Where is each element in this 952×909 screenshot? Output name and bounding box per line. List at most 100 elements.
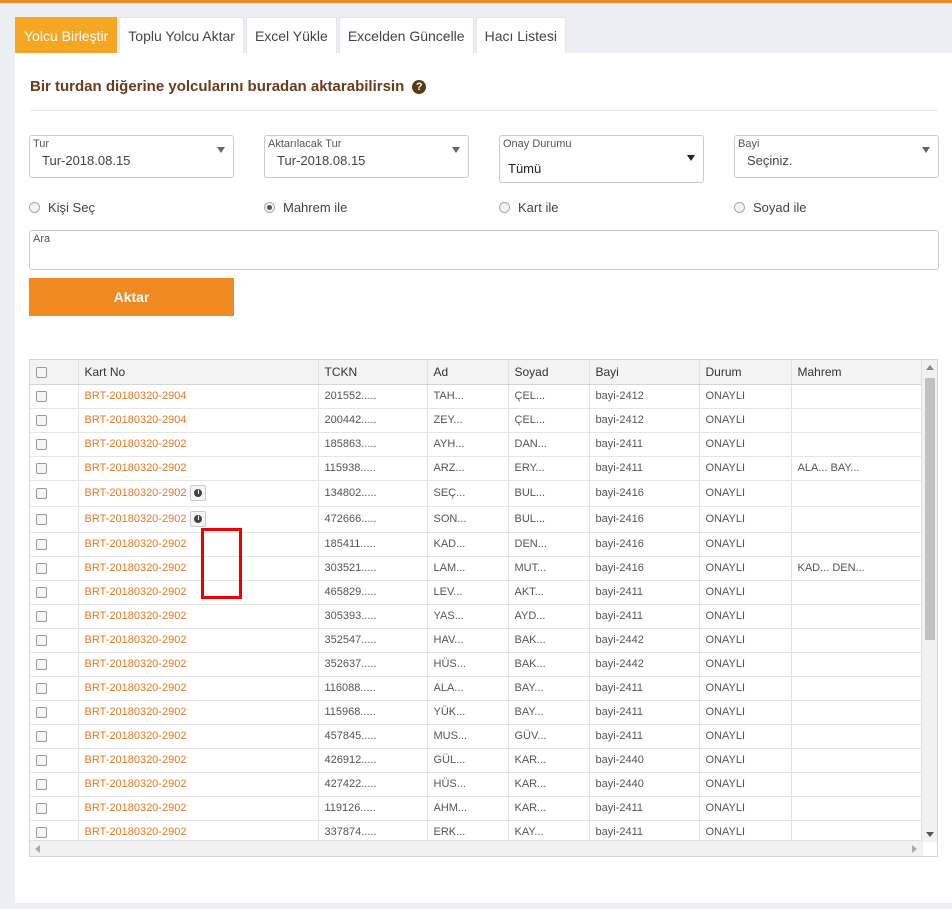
row-checkbox[interactable] — [36, 778, 47, 790]
table-row[interactable]: BRT-20180320-2902 305393..... YAS... AYD...… — [30, 604, 923, 629]
tab-yolcu-birlestir[interactable]: Yolcu Birleştir — [15, 17, 118, 54]
scroll-down-icon[interactable] — [926, 832, 934, 837]
radio-button-selected[interactable] — [264, 202, 275, 213]
kart-no-text[interactable]: BRT-20180320-2902 — [85, 730, 187, 742]
row-checkbox[interactable] — [36, 610, 47, 622]
kart-no-cell[interactable]: BRT-20180320-2902 — [78, 676, 319, 701]
table-row[interactable]: BRT-20180320-2902 465829..... LEV... AKT...… — [30, 580, 923, 605]
info-icon[interactable]: i — [190, 511, 207, 527]
table-row[interactable]: BRT-20180320-2902 352547..... HAV... BAK...… — [30, 628, 923, 653]
column-header-kart-no[interactable]: Kart No — [78, 360, 319, 385]
kart-no-cell[interactable]: BRT-20180320-2902 — [78, 772, 319, 797]
row-checkbox[interactable] — [36, 826, 47, 838]
radio-kart-ile[interactable]: Kart ile — [499, 200, 558, 215]
kart-no-cell[interactable]: BRT-20180320-2904 — [78, 384, 319, 409]
row-checkbox[interactable] — [36, 658, 47, 670]
scrollbar-thumb[interactable] — [925, 378, 935, 640]
kart-no-text[interactable]: BRT-20180320-2902 — [85, 826, 187, 838]
kart-no-text[interactable]: BRT-20180320-2902 — [85, 754, 187, 766]
column-header-tckn[interactable]: TCKN — [318, 360, 428, 385]
row-checkbox[interactable] — [36, 513, 47, 525]
kart-no-text[interactable]: BRT-20180320-2902 — [85, 634, 187, 646]
kart-no-cell[interactable]: BRT-20180320-2902 — [78, 456, 319, 481]
aktarilacak-tur-select[interactable]: Aktarılacak Tur Tur-2018.08.15 — [264, 135, 469, 178]
kart-no-text[interactable]: BRT-20180320-2902 — [85, 610, 187, 622]
scroll-up-icon[interactable] — [926, 365, 934, 370]
kart-no-text[interactable]: BRT-20180320-2902 — [85, 706, 187, 718]
row-checkbox[interactable] — [36, 414, 47, 426]
tur-select[interactable]: Tur Tur-2018.08.15 — [29, 135, 234, 178]
search-input[interactable]: Ara — [29, 230, 939, 270]
row-checkbox[interactable] — [36, 462, 47, 474]
select-all-checkbox[interactable] — [36, 367, 47, 379]
kart-no-cell[interactable]: BRT-20180320-2902 — [78, 748, 319, 773]
row-checkbox[interactable] — [36, 802, 47, 814]
table-row[interactable]: BRT-20180320-2902 i 472666..... SON... BUL..… — [30, 506, 923, 533]
tab-excelden-guncelle[interactable]: Excelden Güncelle — [338, 17, 474, 54]
question-circle-icon[interactable]: ? — [412, 79, 427, 94]
table-row[interactable]: BRT-20180320-2902 i 134802..... SEÇ... BUL..… — [30, 480, 923, 507]
table-row[interactable]: BRT-20180320-2904 201552..... TAH... ÇEL...… — [30, 384, 923, 409]
kart-no-cell[interactable]: BRT-20180320-2902 — [78, 796, 319, 821]
kart-no-cell[interactable]: BRT-20180320-2902 — [78, 604, 319, 629]
kart-no-cell[interactable]: BRT-20180320-2902 i — [78, 506, 319, 533]
radio-button[interactable] — [29, 202, 40, 213]
table-row[interactable]: BRT-20180320-2902 115968..... YÜK... BAY...… — [30, 700, 923, 725]
kart-no-cell[interactable]: BRT-20180320-2902 — [78, 700, 319, 725]
tab-haci-listesi[interactable]: Hacı Listesi — [475, 17, 566, 54]
column-header-ad[interactable]: Ad — [427, 360, 509, 385]
kart-no-cell[interactable]: BRT-20180320-2902 — [78, 532, 319, 557]
radio-mahrem-ile[interactable]: Mahrem ile — [264, 200, 347, 215]
scroll-right-icon[interactable] — [912, 845, 917, 853]
kart-no-cell[interactable]: BRT-20180320-2904 — [78, 408, 319, 433]
row-checkbox[interactable] — [36, 634, 47, 646]
kart-no-text[interactable]: BRT-20180320-2904 — [85, 414, 187, 426]
tab-toplu-yolcu-aktar[interactable]: Toplu Yolcu Aktar — [119, 17, 244, 54]
row-checkbox[interactable] — [36, 538, 47, 550]
radio-button[interactable] — [499, 202, 510, 213]
kart-no-cell[interactable]: BRT-20180320-2902 — [78, 652, 319, 677]
table-row[interactable]: BRT-20180320-2902 427422..... HÜS... KAR...… — [30, 772, 923, 797]
table-row[interactable]: BRT-20180320-2902 119126..... AHM... KAR...… — [30, 796, 923, 821]
row-checkbox[interactable] — [36, 682, 47, 694]
table-row[interactable]: BRT-20180320-2902 457845..... MUS... GÜV...… — [30, 724, 923, 749]
radio-kisi-sec[interactable]: Kişi Seç — [29, 200, 95, 215]
row-checkbox[interactable] — [36, 390, 47, 402]
bayi-select[interactable]: Bayi Seçiniz. — [734, 135, 939, 178]
kart-no-cell[interactable]: BRT-20180320-2902 — [78, 628, 319, 653]
kart-no-text[interactable]: BRT-20180320-2902 — [85, 682, 187, 694]
column-header-durum[interactable]: Durum — [699, 360, 792, 385]
info-icon[interactable]: i — [190, 485, 207, 501]
radio-button[interactable] — [734, 202, 745, 213]
table-row[interactable]: BRT-20180320-2902 303521..... LAM... MUT...… — [30, 556, 923, 581]
kart-no-text[interactable]: BRT-20180320-2902 — [85, 802, 187, 814]
row-checkbox[interactable] — [36, 438, 47, 450]
column-header-mahrem[interactable]: Mahrem — [791, 360, 923, 385]
horizontal-scrollbar[interactable] — [30, 840, 923, 856]
row-checkbox[interactable] — [36, 586, 47, 598]
row-checkbox[interactable] — [36, 562, 47, 574]
onay-durumu-select[interactable]: Onay Durumu Tümü — [499, 135, 704, 183]
kart-no-cell[interactable]: BRT-20180320-2902 — [78, 724, 319, 749]
kart-no-text[interactable]: BRT-20180320-2902 — [85, 487, 187, 499]
kart-no-cell[interactable]: BRT-20180320-2902 — [78, 580, 319, 605]
kart-no-text[interactable]: BRT-20180320-2902 — [85, 462, 187, 474]
table-row[interactable]: BRT-20180320-2904 200442..... ZEY... ÇEL...… — [30, 408, 923, 433]
table-row[interactable]: BRT-20180320-2902 185411..... KAD... DEN...… — [30, 532, 923, 557]
radio-soyad-ile[interactable]: Soyad ile — [734, 200, 806, 215]
table-row[interactable]: BRT-20180320-2902 352637..... HÜS... BAK...… — [30, 652, 923, 677]
scroll-left-icon[interactable] — [35, 845, 40, 853]
tab-excel-yukle[interactable]: Excel Yükle — [245, 17, 337, 54]
column-header-soyad[interactable]: Soyad — [508, 360, 590, 385]
column-header-bayi[interactable]: Bayi — [589, 360, 700, 385]
kart-no-text[interactable]: BRT-20180320-2902 — [85, 586, 187, 598]
row-checkbox[interactable] — [36, 487, 47, 499]
row-checkbox[interactable] — [36, 754, 47, 766]
table-row[interactable]: BRT-20180320-2902 116088..... ALA... BAY...… — [30, 676, 923, 701]
kart-no-text[interactable]: BRT-20180320-2902 — [85, 562, 187, 574]
kart-no-text[interactable]: BRT-20180320-2902 — [85, 538, 187, 550]
kart-no-text[interactable]: BRT-20180320-2902 — [85, 513, 187, 525]
kart-no-text[interactable]: BRT-20180320-2904 — [85, 390, 187, 402]
row-checkbox[interactable] — [36, 730, 47, 742]
kart-no-cell[interactable]: BRT-20180320-2902 i — [78, 480, 319, 507]
